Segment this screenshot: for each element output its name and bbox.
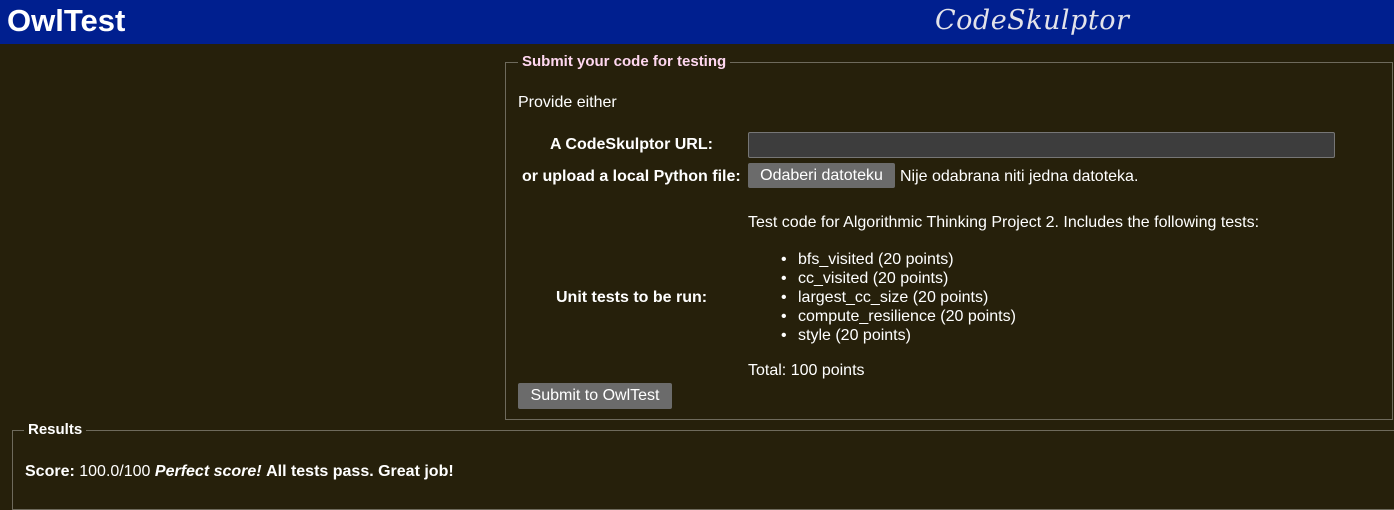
bullet-icon: • — [781, 251, 787, 268]
bullet-icon: • — [781, 327, 787, 344]
header-bar: OwlTest CodeSkulptor — [0, 0, 1394, 44]
perfect-score-text: Perfect score! — [154, 463, 262, 480]
test-item-label: cc_visited (20 points) — [798, 270, 949, 287]
list-item: • bfs_visited (20 points) — [776, 250, 1016, 269]
test-item-label: style (20 points) — [798, 327, 911, 344]
results-legend: Results — [24, 421, 87, 439]
score-label: Score: — [25, 463, 75, 480]
submit-fieldset: Submit your code for testing — [505, 53, 1393, 420]
list-item: • style (20 points) — [776, 326, 1016, 345]
file-status: Nije odabrana niti jedna datoteka. — [900, 168, 1139, 185]
list-item: • cc_visited (20 points) — [776, 269, 1016, 288]
app-title: OwlTest — [7, 3, 126, 38]
test-item-label: bfs_visited (20 points) — [798, 251, 954, 268]
unit-tests-label: Unit tests to be run: — [556, 289, 708, 306]
intro-text: Provide either — [518, 94, 617, 111]
bullet-icon: • — [781, 308, 787, 325]
url-label: A CodeSkulptor URL: — [550, 136, 713, 153]
submit-button[interactable]: Submit to OwlTest — [518, 383, 672, 409]
list-item: • compute_resilience (20 points) — [776, 307, 1016, 326]
submit-legend: Submit your code for testing — [518, 53, 731, 71]
codeskulptor-url-input[interactable] — [748, 132, 1335, 158]
score-line: Score: 100.0/100 Perfect score! All test… — [25, 462, 454, 481]
tests-description: Test code for Algorithmic Thinking Proje… — [748, 214, 1260, 231]
choose-file-button[interactable]: Odaberi datoteku — [748, 163, 895, 188]
total-points: Total: 100 points — [748, 362, 865, 379]
test-item-label: largest_cc_size (20 points) — [798, 289, 989, 306]
list-item: • largest_cc_size (20 points) — [776, 288, 1016, 307]
score-value: 100.0/100 — [79, 463, 151, 480]
bullet-icon: • — [781, 289, 787, 306]
result-message: All tests pass. Great job! — [266, 463, 454, 480]
bullet-icon: • — [781, 270, 787, 287]
tests-list: • bfs_visited (20 points) • cc_visited (20… — [776, 250, 1016, 345]
codeskulptor-logo[interactable]: CodeSkulptor — [935, 4, 1129, 38]
upload-label: or upload a local Python file: — [522, 168, 741, 185]
test-item-label: compute_resilience (20 points) — [798, 308, 1016, 325]
